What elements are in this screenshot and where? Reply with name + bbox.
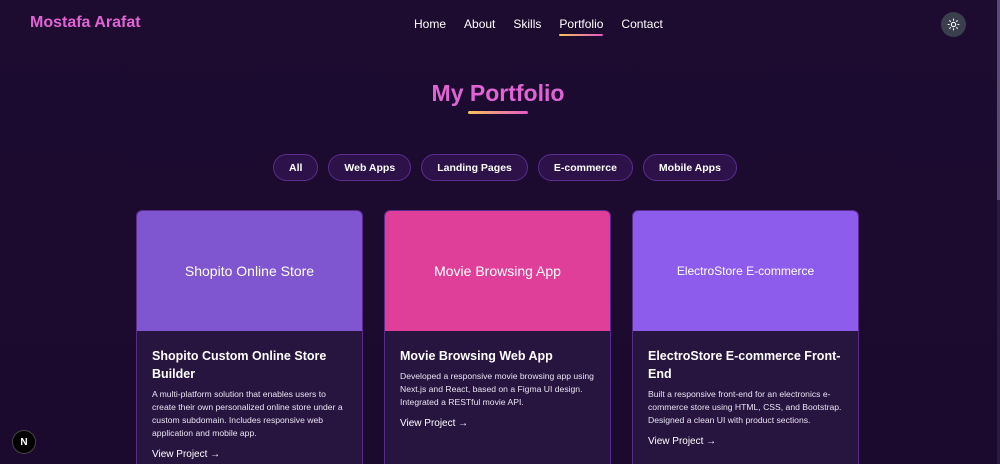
section-title: My Portfolio <box>431 80 565 106</box>
filter-mobile-apps[interactable]: Mobile Apps <box>642 154 737 181</box>
project-description: Built a responsive front-end for an elec… <box>648 389 842 425</box>
main-nav: Home About Skills Portfolio Contact <box>414 17 681 36</box>
view-project-link[interactable]: View Project → <box>152 449 220 460</box>
project-card: ElectroStore E-commerce ElectroStore E-c… <box>632 210 859 464</box>
project-card: Shopito Online Store Shopito Custom Onli… <box>136 210 363 464</box>
project-title: Movie Browsing Web App <box>400 349 553 363</box>
filter-landing-pages[interactable]: Landing Pages <box>421 154 528 181</box>
brand-logo[interactable]: Mostafa Arafat <box>30 14 141 32</box>
project-description: Developed a responsive movie browsing ap… <box>400 371 594 407</box>
project-title: Shopito Custom Online Store Builder <box>152 349 327 381</box>
navbar: Mostafa Arafat Home About Skills Portfol… <box>0 0 1000 48</box>
nextjs-dev-badge[interactable]: N <box>12 430 36 454</box>
filter-bar: All Web Apps Landing Pages E-commerce Mo… <box>273 154 747 181</box>
project-banner: Movie Browsing App <box>385 211 610 331</box>
nav-portfolio[interactable]: Portfolio <box>559 17 604 36</box>
theme-toggle-button[interactable] <box>941 12 966 37</box>
filter-e-commerce[interactable]: E-commerce <box>537 154 633 181</box>
nav-home[interactable]: Home <box>414 17 446 31</box>
filter-web-apps[interactable]: Web Apps <box>328 154 412 181</box>
nav-about[interactable]: About <box>464 17 495 31</box>
nav-skills[interactable]: Skills <box>513 17 541 31</box>
filter-all[interactable]: All <box>273 154 319 181</box>
project-title: ElectroStore E-commerce Front-End <box>648 349 841 381</box>
nav-contact[interactable]: Contact <box>621 17 662 31</box>
title-underline <box>468 111 528 114</box>
view-project-link[interactable]: View Project → <box>400 418 468 429</box>
project-card: Movie Browsing App Movie Browsing Web Ap… <box>384 210 611 464</box>
project-banner: Shopito Online Store <box>137 211 362 331</box>
project-description: A multi-platform solution that enables u… <box>152 389 343 438</box>
project-banner: ElectroStore E-commerce <box>633 211 858 331</box>
page: Mostafa Arafat Home About Skills Portfol… <box>0 0 1000 464</box>
sun-icon <box>947 18 960 31</box>
view-project-link[interactable]: View Project → <box>648 436 716 447</box>
